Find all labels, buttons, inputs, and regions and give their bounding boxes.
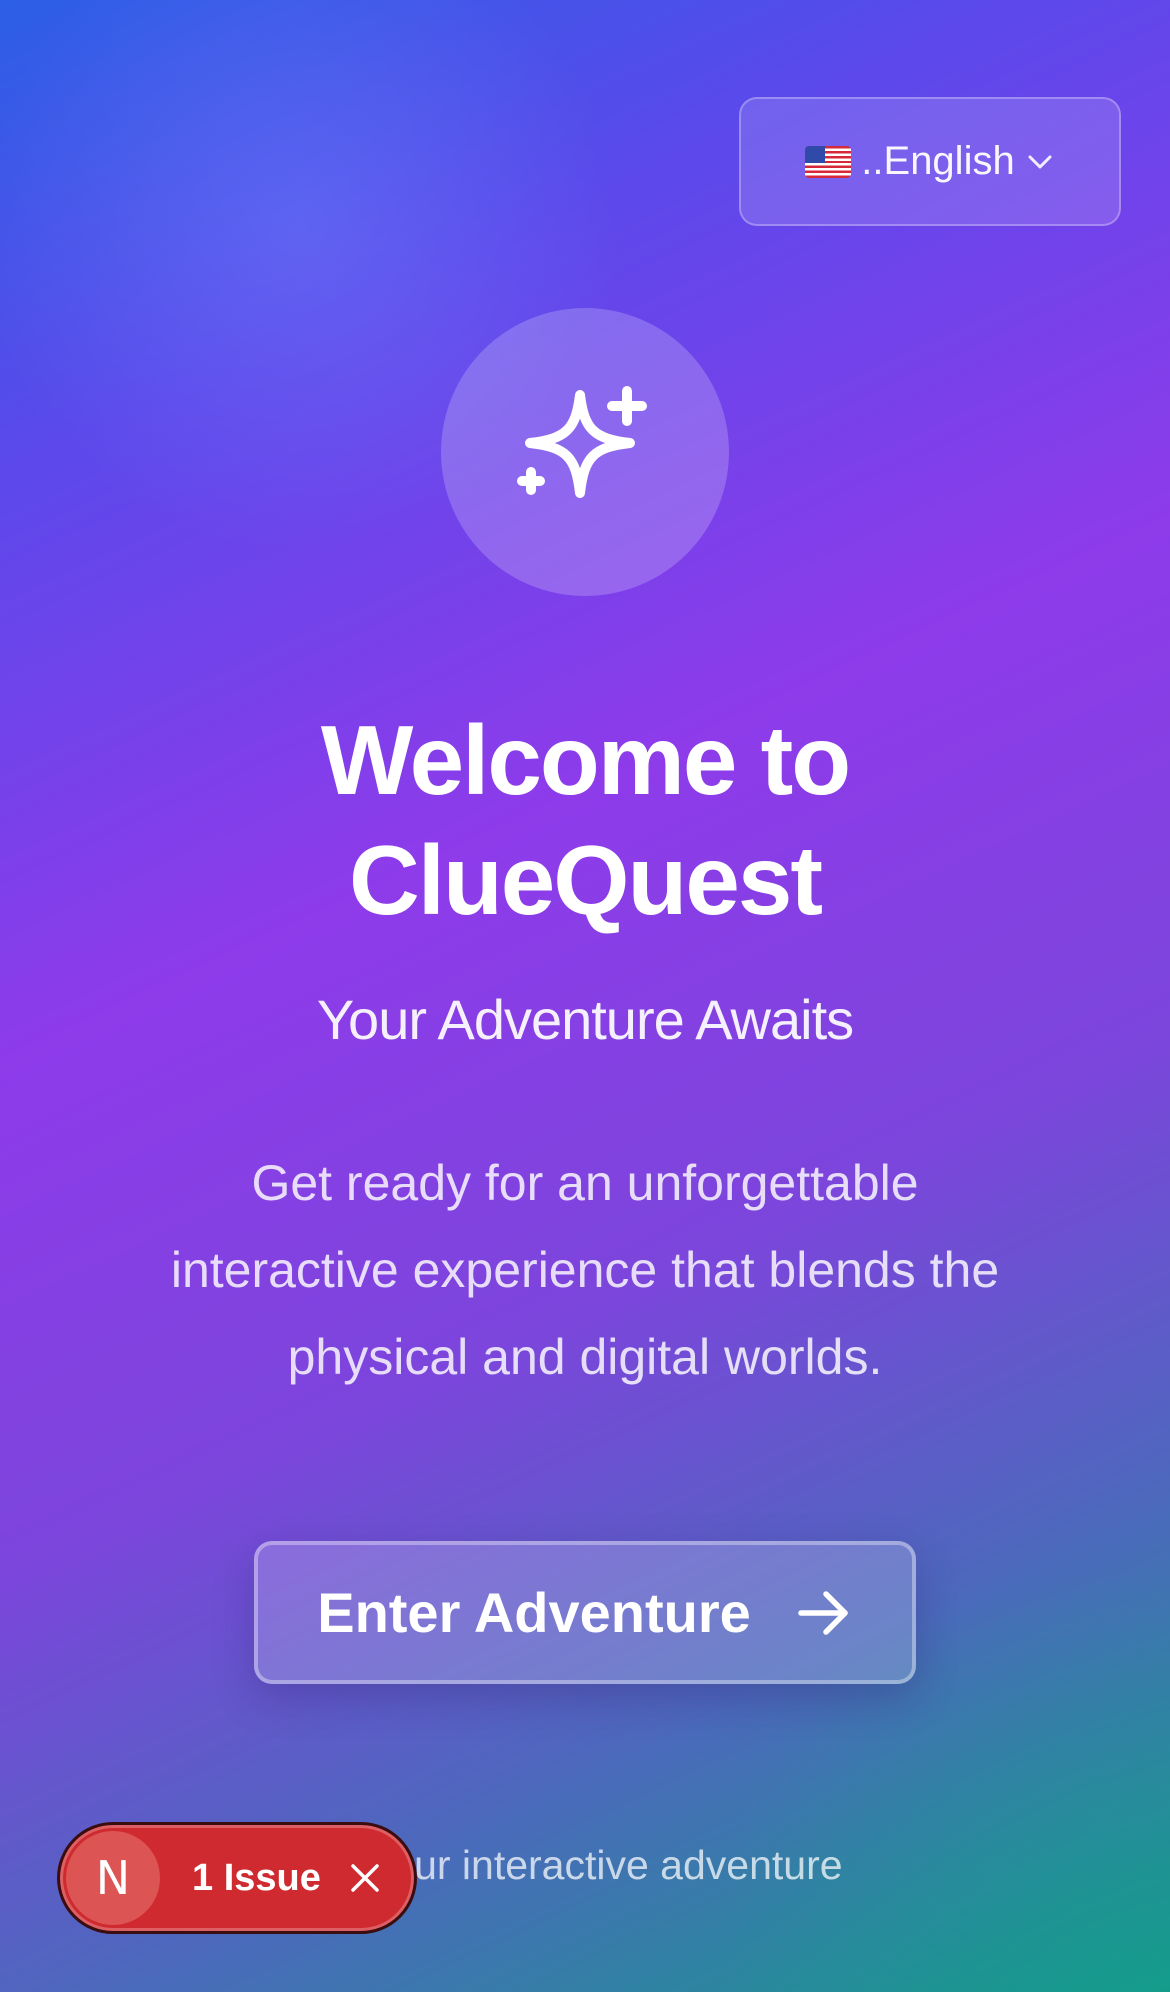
page-title: Welcome to ClueQuest [0,700,1170,940]
dev-issues-badge[interactable]: N 1 Issue [57,1822,417,1934]
intro-description: Get ready for an unforgettable interacti… [170,1155,1000,1385]
page-subtitle: Your Adventure Awaits [316,988,854,1051]
us-flag-icon [805,145,852,178]
enter-adventure-button[interactable]: Enter Adventure [254,1541,916,1684]
close-icon[interactable] [349,1862,381,1894]
chevron-down-icon [1025,147,1055,177]
language-label: ..English [861,139,1015,183]
enter-adventure-label: Enter Adventure [317,1581,751,1644]
arrow-right-icon [795,1584,853,1642]
issues-count-label: 1 Issue [192,1856,321,1899]
title-line-2: ClueQuest [348,825,823,935]
sparkles-icon [517,386,647,498]
hero-icon-circle [441,308,729,596]
nextjs-logo-icon: N [66,1831,160,1925]
language-selector[interactable]: ..English [739,97,1121,226]
title-line-1: Welcome to [320,705,851,815]
